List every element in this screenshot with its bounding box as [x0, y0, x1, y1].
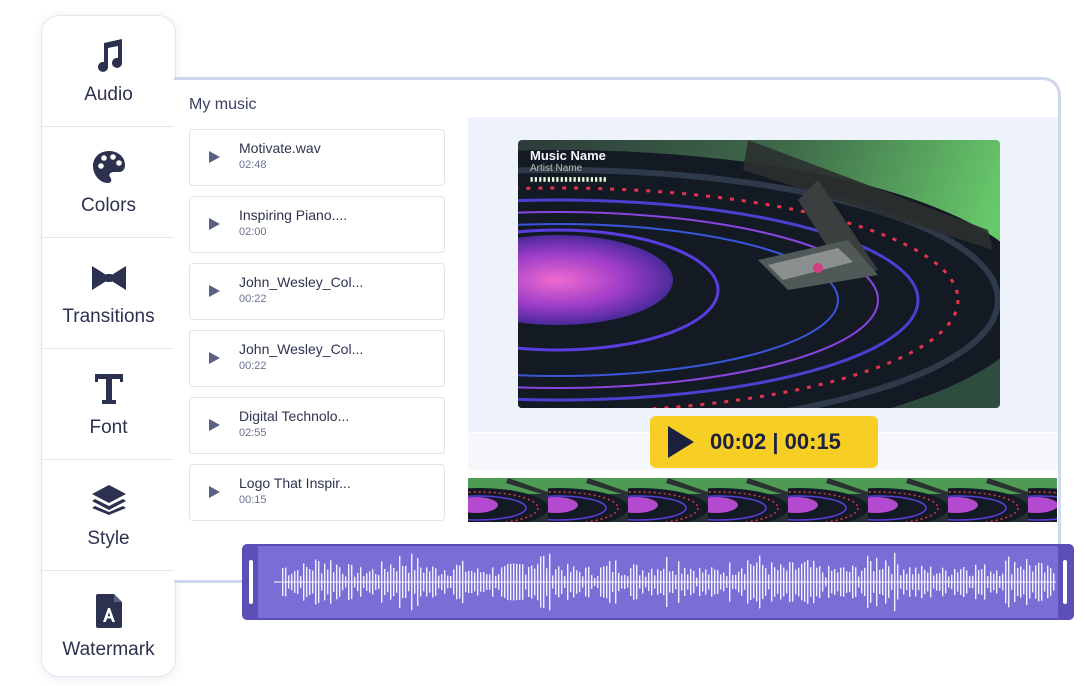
sidebar-item-label: Font — [89, 417, 128, 438]
palette-icon — [89, 147, 129, 187]
sidebar-item-audio[interactable]: Audio — [42, 16, 175, 127]
track-name: John_Wesley_Col... — [239, 274, 364, 290]
filmstrip-frame — [568, 478, 708, 522]
sidebar-item-label: Watermark — [62, 639, 155, 660]
sidebar-item-style[interactable]: Style — [42, 460, 175, 571]
video-title: Music Name — [530, 148, 606, 163]
filmstrip[interactable] — [468, 478, 1057, 522]
play-icon[interactable] — [209, 486, 220, 498]
layers-icon — [89, 480, 129, 520]
track-name: Inspiring Piano.... — [239, 207, 348, 223]
bowtie-icon — [89, 258, 129, 298]
filmstrip-frame — [888, 478, 1028, 522]
trim-handle-left[interactable] — [244, 546, 258, 618]
filmstrip-frame — [808, 478, 948, 522]
track-name: Digital Technolo... — [239, 408, 350, 424]
play-icon[interactable] — [209, 218, 220, 230]
track-duration: 02:48 — [239, 159, 267, 171]
track-duration: 02:55 — [239, 427, 267, 439]
play-icon[interactable] — [209, 285, 220, 297]
mini-waveform-icon: ▮▮▮▮▮▮▮▮▮▮▮▮▮▮▮▮▮▮ — [530, 177, 608, 183]
play-icon[interactable] — [209, 151, 220, 163]
video-preview[interactable]: Music Name Artist Name ▮▮▮▮▮▮▮▮▮▮▮▮▮▮▮▮▮… — [518, 140, 1000, 408]
track-name: Motivate.wav — [239, 140, 321, 156]
track-name: Logo That Inspir... — [239, 475, 351, 491]
track-item[interactable]: Digital Technolo... 02:55 — [189, 397, 445, 454]
text-t-icon — [89, 369, 129, 409]
filmstrip-frame — [968, 478, 1057, 522]
sidebar-item-colors[interactable]: Colors — [42, 127, 175, 238]
filmstrip-frame — [728, 478, 868, 522]
track-duration: 02:00 — [239, 226, 267, 238]
track-item[interactable]: John_Wesley_Col... 00:22 — [189, 263, 445, 320]
playback-badge[interactable]: 00:02 | 00:15 — [650, 416, 878, 468]
track-duration: 00:15 — [239, 494, 267, 506]
track-item[interactable]: Motivate.wav 02:48 — [189, 129, 445, 186]
filmstrip-frame — [488, 478, 628, 522]
track-name: John_Wesley_Col... — [239, 341, 364, 357]
filmstrip-frame — [648, 478, 788, 522]
sidebar: Audio Colors Transitions Font Style Wate… — [41, 15, 176, 677]
sidebar-item-label: Transitions — [62, 306, 155, 327]
panel-title: My music — [189, 96, 257, 113]
track-duration: 00:22 — [239, 293, 267, 305]
sidebar-item-watermark[interactable]: Watermark — [42, 571, 175, 676]
document-a-icon — [89, 591, 129, 631]
sidebar-item-label: Audio — [84, 84, 133, 105]
sidebar-item-font[interactable]: Font — [42, 349, 175, 460]
play-icon[interactable] — [668, 426, 694, 458]
filmstrip-frame — [468, 478, 548, 522]
video-subtitle: Artist Name — [530, 163, 583, 174]
track-duration: 00:22 — [239, 360, 267, 372]
waveform-graphic — [274, 552, 1056, 612]
sidebar-item-label: Style — [87, 528, 130, 549]
track-item[interactable]: Logo That Inspir... 00:15 — [189, 464, 445, 521]
playback-time: 00:02 | 00:15 — [710, 429, 841, 454]
play-icon[interactable] — [209, 419, 220, 431]
track-item[interactable]: Inspiring Piano.... 02:00 — [189, 196, 445, 253]
sidebar-item-label: Colors — [81, 195, 136, 216]
sidebar-item-transitions[interactable]: Transitions — [42, 238, 175, 349]
audio-waveform[interactable] — [242, 544, 1074, 620]
track-item[interactable]: John_Wesley_Col... 00:22 — [189, 330, 445, 387]
trim-handle-right[interactable] — [1058, 546, 1072, 618]
play-icon[interactable] — [209, 352, 220, 364]
music-note-icon — [89, 36, 129, 76]
